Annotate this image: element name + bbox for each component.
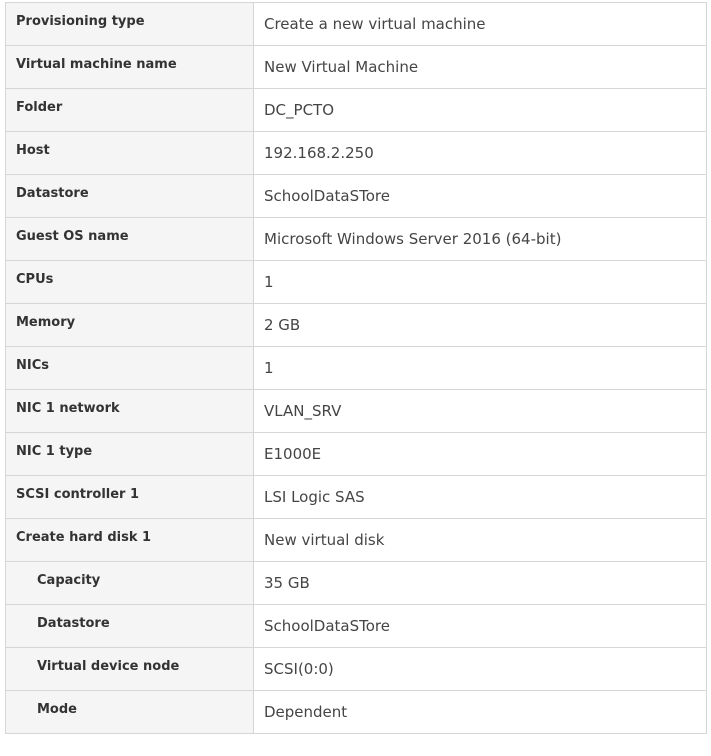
row-value: New virtual disk xyxy=(264,531,385,549)
summary-row-host: Host 192.168.2.250 xyxy=(5,131,707,175)
row-value: VLAN_SRV xyxy=(264,402,342,420)
row-value: SchoolDataSTore xyxy=(264,187,390,205)
summary-row-disk-capacity: Capacity 35 GB xyxy=(5,561,707,605)
row-label: Memory xyxy=(16,315,76,330)
row-value: 1 xyxy=(264,273,274,291)
summary-row-folder: Folder DC_PCTO xyxy=(5,88,707,132)
row-value: LSI Logic SAS xyxy=(264,488,365,506)
summary-row-hard-disk: Create hard disk 1 New virtual disk xyxy=(5,518,707,562)
row-label: Create hard disk 1 xyxy=(16,530,152,545)
row-value: 1 xyxy=(264,359,274,377)
vm-summary: Provisioning type Create a new virtual m… xyxy=(5,2,707,734)
row-value: SchoolDataSTore xyxy=(264,617,390,635)
row-label: NIC 1 network xyxy=(16,401,120,416)
row-label: CPUs xyxy=(16,272,54,287)
row-label: Datastore xyxy=(16,186,89,201)
row-label: NIC 1 type xyxy=(16,444,93,459)
vm-summary-table: Provisioning type Create a new virtual m… xyxy=(5,2,707,734)
row-label: NICs xyxy=(16,358,49,373)
summary-row-provisioning-type: Provisioning type Create a new virtual m… xyxy=(5,2,707,46)
row-label: Capacity xyxy=(37,573,101,588)
row-value: Create a new virtual machine xyxy=(264,15,486,33)
row-value: E1000E xyxy=(264,445,322,463)
summary-row-nics: NICs 1 xyxy=(5,346,707,390)
summary-row-vm-name: Virtual machine name New Virtual Machine xyxy=(5,45,707,89)
row-label: Virtual device node xyxy=(37,659,180,674)
summary-row-nic1-type: NIC 1 type E1000E xyxy=(5,432,707,476)
row-label: Datastore xyxy=(37,616,110,631)
summary-row-datastore: Datastore SchoolDataSTore xyxy=(5,174,707,218)
summary-row-disk-mode: Mode Dependent xyxy=(5,690,707,734)
row-value: Dependent xyxy=(264,703,348,721)
summary-row-cpus: CPUs 1 xyxy=(5,260,707,304)
summary-row-virtual-device-node: Virtual device node SCSI(0:0) xyxy=(5,647,707,691)
row-value: Microsoft Windows Server 2016 (64-bit) xyxy=(264,230,562,248)
row-label: Mode xyxy=(37,702,77,717)
row-label: SCSI controller 1 xyxy=(16,487,140,502)
row-value: DC_PCTO xyxy=(264,101,335,119)
row-value: 35 GB xyxy=(264,574,310,592)
row-label: Host xyxy=(16,143,50,158)
summary-row-guest-os: Guest OS name Microsoft Windows Server 2… xyxy=(5,217,707,261)
row-value: SCSI(0:0) xyxy=(264,660,334,678)
row-label: Provisioning type xyxy=(16,14,145,29)
summary-row-memory: Memory 2 GB xyxy=(5,303,707,347)
row-value: New Virtual Machine xyxy=(264,58,419,76)
summary-row-disk-datastore: Datastore SchoolDataSTore xyxy=(5,604,707,648)
summary-row-nic1-network: NIC 1 network VLAN_SRV xyxy=(5,389,707,433)
summary-row-scsi-controller: SCSI controller 1 LSI Logic SAS xyxy=(5,475,707,519)
row-label: Virtual machine name xyxy=(16,57,177,72)
row-label: Guest OS name xyxy=(16,229,129,244)
row-value: 2 GB xyxy=(264,316,301,334)
row-label: Folder xyxy=(16,100,63,115)
row-value: 192.168.2.250 xyxy=(264,144,374,162)
